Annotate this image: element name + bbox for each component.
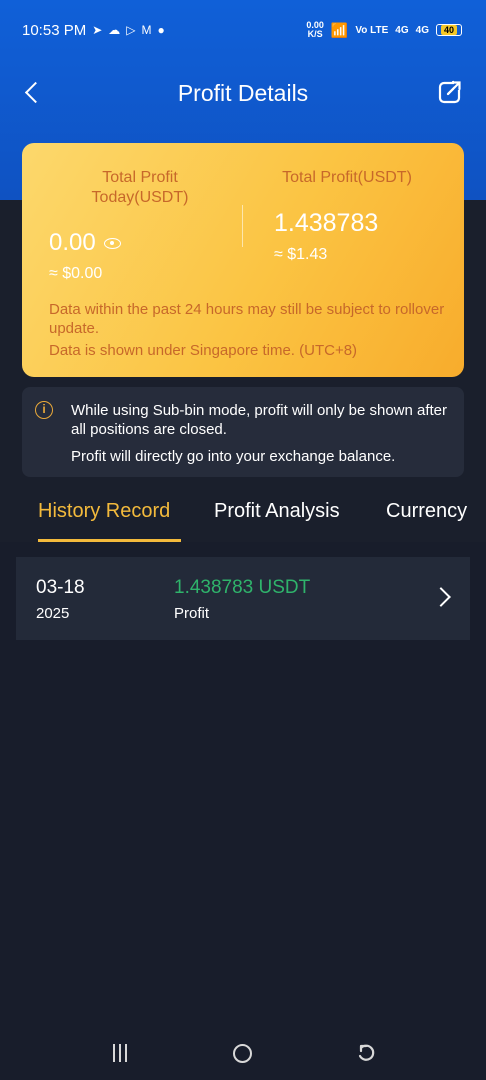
record-year: 2025: [36, 605, 70, 622]
chat-icon: ☁: [108, 23, 121, 37]
total-profit-value: 1.438783: [274, 209, 379, 237]
telegram-icon: ➤: [92, 23, 103, 37]
share-icon[interactable]: [436, 78, 464, 106]
rollover-note: Data within the past 24 hours may still …: [49, 301, 445, 337]
info-notice: i While using Sub-bin mode, profit will …: [22, 387, 464, 477]
status-time: 10:53 PM: [22, 21, 87, 39]
balance-notice: Profit will directly go into your exchan…: [71, 448, 396, 465]
status-bar: 10:53 PM ➤ ☁ ▷ M ● 0.00 K/S 📶 Vo LTE 4G …: [0, 0, 486, 60]
home-icon[interactable]: [233, 1044, 252, 1063]
total-profit-label: Total Profit(USDT): [282, 169, 412, 186]
record-type: Profit: [174, 605, 210, 622]
system-nav-bar: [0, 1030, 486, 1080]
network-speed: 0.00 K/S: [306, 20, 324, 39]
tab-bar: History Record Profit Analysis Currency: [0, 496, 486, 542]
recent-apps-icon[interactable]: [113, 1044, 129, 1062]
battery-icon: 40: [435, 24, 462, 36]
gmail-icon: M: [141, 23, 152, 37]
today-profit-label: Total Profit Today(USDT): [91, 169, 189, 206]
timezone-note: Data is shown under Singapore time. (UTC…: [49, 342, 358, 359]
app-header: Profit Details: [0, 68, 486, 118]
record-amount: 1.438783 USDT: [174, 577, 311, 598]
data-note: Data within the past 24 hours may still …: [49, 300, 449, 363]
wifi-icon: 📶: [330, 21, 349, 38]
profit-summary-card: Total Profit Today(USDT) Total Profit(US…: [22, 143, 464, 377]
tab-currency[interactable]: Currency: [386, 496, 467, 526]
tab-profit-analysis[interactable]: Profit Analysis: [214, 496, 340, 526]
volte-label: Vo LTE: [355, 24, 389, 36]
total-profit-usd: ≈ $1.43: [274, 246, 328, 263]
record-date: 03-18: [36, 577, 85, 598]
list-item[interactable]: 03-18 2025 1.438783 USDT Profit: [16, 557, 470, 640]
tab-history-record[interactable]: History Record: [38, 496, 170, 526]
dot-icon: ●: [157, 23, 165, 37]
card-divider: [242, 205, 243, 247]
today-profit-value: 0.00: [49, 229, 121, 257]
eye-icon[interactable]: [103, 237, 121, 249]
today-profit-usd: ≈ $0.00: [49, 265, 103, 282]
info-icon: i: [35, 401, 53, 419]
chevron-right-icon: [431, 587, 451, 607]
signal-1: 4G: [395, 24, 409, 36]
subbin-notice: While using Sub-bin mode, profit will on…: [71, 402, 448, 438]
back-icon[interactable]: [20, 78, 48, 106]
system-back-icon[interactable]: [356, 1042, 376, 1062]
signal-2: 4G: [415, 24, 429, 36]
play-icon: ▷: [126, 23, 136, 37]
page-title: Profit Details: [177, 79, 309, 106]
